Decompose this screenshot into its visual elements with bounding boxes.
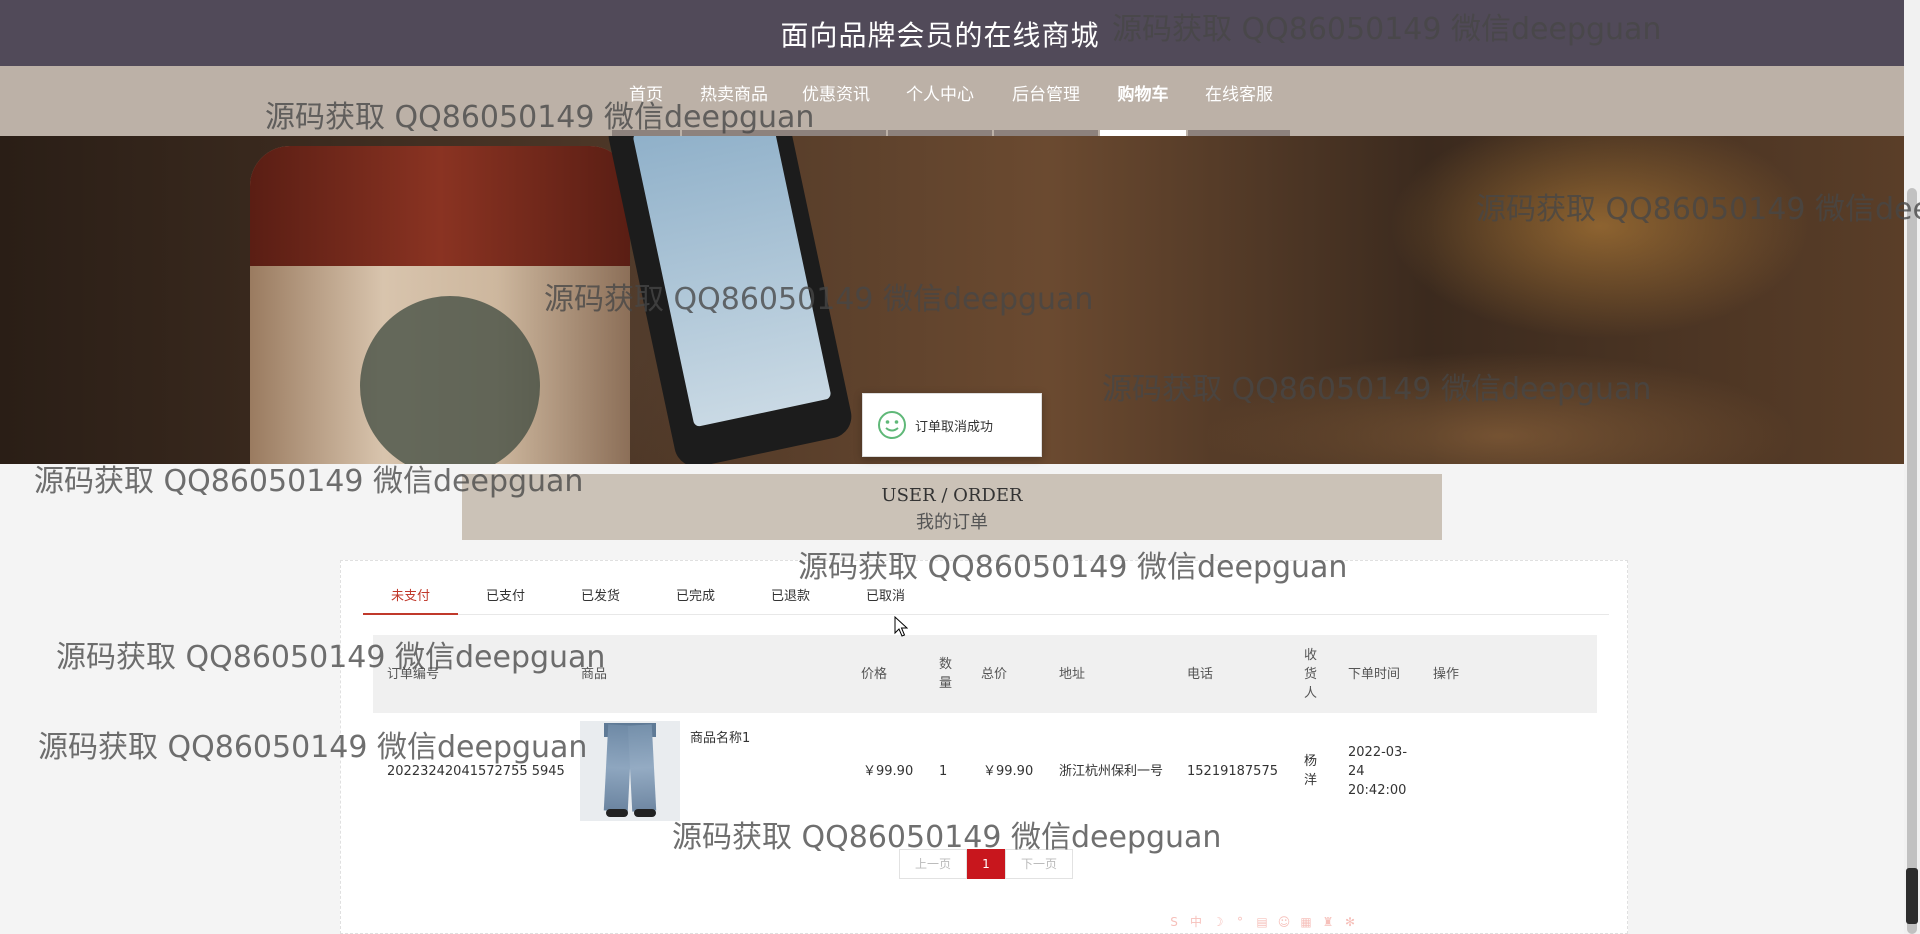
table-header: 订单编号 商品 价格 数量 总价 地址 电话 收货人 下单时间 操作	[373, 635, 1597, 713]
nav-item-customer-service[interactable]: 在线客服	[1188, 66, 1290, 136]
nav-item-personal-center[interactable]: 个人中心	[888, 66, 992, 136]
ime-shirt-icon[interactable]: ♜	[1320, 914, 1336, 930]
nav-item-hot-products[interactable]: 热卖商品	[682, 66, 786, 136]
page-1-button[interactable]: 1	[967, 849, 1005, 879]
next-page-button[interactable]: 下一页	[1005, 849, 1073, 879]
toast-message: 订单取消成功	[862, 393, 1042, 457]
col-receiver: 收货人	[1304, 647, 1318, 701]
section-title-cn: 我的订单	[916, 512, 988, 533]
nav-item-home[interactable]: 首页	[612, 66, 680, 136]
nav-item-label: 在线客服	[1205, 85, 1273, 105]
ime-grid-icon[interactable]: ▦	[1298, 914, 1314, 930]
col-order-no: 订单编号	[387, 666, 440, 682]
nav-item-cart[interactable]: 购物车	[1100, 66, 1186, 136]
pagination: 上一页 1 下一页	[899, 849, 1073, 879]
order-time-value: 2022-03-24 20:42:00	[1348, 744, 1408, 798]
ime-keyboard-icon[interactable]: ▤	[1254, 914, 1270, 930]
tab-completed[interactable]: 已完成	[648, 581, 743, 615]
nav-item-label: 购物车	[1117, 85, 1169, 105]
col-product: 商品	[581, 666, 608, 682]
qty-value: 1	[939, 763, 948, 779]
page-scrollbar[interactable]	[1904, 0, 1920, 934]
main-nav: 首页 热卖商品 优惠资讯 个人中心 后台管理 购物车 在线客服	[0, 66, 1904, 136]
ime-user-icon[interactable]: ☺	[1276, 914, 1292, 930]
nav-item-admin[interactable]: 后台管理	[994, 66, 1098, 136]
section-header: USER / ORDER 我的订单	[462, 474, 1442, 540]
address-value: 浙江杭州保利一号	[1059, 763, 1164, 779]
product-name[interactable]: 商品名称1	[690, 729, 750, 748]
scrollbar-thumb[interactable]	[1907, 188, 1917, 934]
ime-logo-icon: S	[1170, 915, 1178, 929]
order-status-tabs: 未支付 已支付 已发货 已完成 已退款 已取消	[363, 581, 1609, 615]
site-title: 面向品牌会员的在线商城	[780, 19, 1100, 52]
ime-settings-icon[interactable]: ✻	[1342, 914, 1358, 930]
phone-value: 15219187575	[1187, 763, 1278, 779]
tab-unpaid[interactable]: 未支付	[363, 581, 458, 615]
receiver-value: 杨洋	[1304, 754, 1318, 788]
smiley-icon	[878, 411, 906, 439]
banner-cup-sleeve	[250, 146, 630, 266]
section-title-en: USER / ORDER	[881, 485, 1023, 506]
tab-cancelled[interactable]: 已取消	[838, 581, 933, 615]
tab-shipped[interactable]: 已发货	[553, 581, 648, 615]
top-header: 面向品牌会员的在线商城	[0, 0, 1904, 66]
ime-toolbar: S 中 ☽ ° ▤ ☺ ▦ ♜ ✻	[1166, 911, 1358, 933]
prev-page-button[interactable]: 上一页	[899, 849, 967, 879]
total-value: ￥99.90	[983, 763, 1034, 779]
col-phone: 电话	[1187, 666, 1214, 682]
nav-item-label: 优惠资讯	[802, 85, 870, 105]
col-address: 地址	[1059, 666, 1086, 682]
scrollbar-down-button[interactable]	[1906, 868, 1918, 924]
ime-moon-icon[interactable]: ☽	[1210, 914, 1226, 930]
ime-lang-icon[interactable]: 中	[1188, 914, 1204, 930]
tab-refunded[interactable]: 已退款	[743, 581, 838, 615]
toast-text: 订单取消成功	[915, 419, 994, 435]
col-price: 价格	[861, 666, 888, 682]
order-no: 20223242041572755 5945	[387, 763, 565, 779]
nav-item-label: 首页	[629, 85, 663, 105]
nav-item-label: 热卖商品	[700, 85, 768, 105]
col-qty: 数量	[939, 657, 953, 691]
product-image[interactable]	[580, 721, 680, 821]
nav-item-promotions[interactable]: 优惠资讯	[786, 66, 886, 136]
orders-panel: 未支付 已支付 已发货 已完成 已退款 已取消 订单编号 商品 价格 数量 总价…	[340, 560, 1628, 934]
nav-item-label: 个人中心	[906, 85, 974, 105]
banner-cup-logo	[360, 296, 540, 464]
col-order-time: 下单时间	[1348, 666, 1401, 682]
ime-punct-icon[interactable]: °	[1232, 914, 1248, 930]
col-total: 总价	[981, 666, 1008, 682]
tab-paid[interactable]: 已支付	[458, 581, 553, 615]
col-action: 操作	[1433, 666, 1460, 682]
nav-item-label: 后台管理	[1012, 85, 1080, 105]
price-value: ￥99.90	[863, 763, 914, 779]
mouse-cursor-icon	[894, 616, 908, 637]
table-row: 20223242041572755 5945 商品名称1 ￥99.90 1 ￥9…	[373, 721, 1597, 831]
